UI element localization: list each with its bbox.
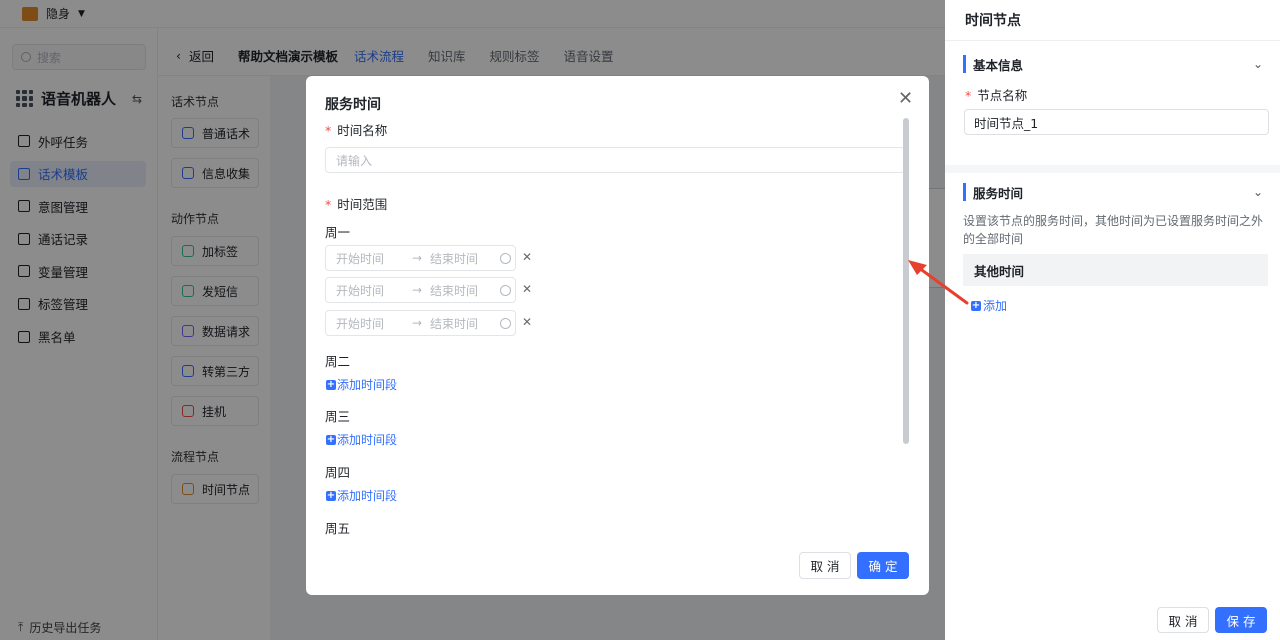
divider — [945, 40, 1280, 41]
arrow-right-icon: → — [411, 316, 423, 330]
node-name-input[interactable]: 时间节点_1 — [964, 109, 1269, 135]
label-text: 节点名称 — [977, 88, 1028, 103]
remove-slot-icon[interactable]: ✕ — [522, 250, 532, 264]
add-service-time-button[interactable]: + 添加 — [971, 297, 1007, 314]
end-time-input[interactable]: 结束时间 — [430, 315, 500, 332]
chevron-down-icon[interactable]: ⌄ — [1253, 185, 1263, 199]
time-name-label: * 时间名称 — [325, 120, 387, 139]
label-text: 时间范围 — [337, 197, 388, 212]
clock-icon — [500, 252, 511, 264]
arrow-right-icon: → — [411, 251, 423, 265]
start-time-input[interactable]: 开始时间 — [336, 250, 408, 267]
plus-square-icon: + — [971, 299, 981, 311]
add-label: 添加 — [983, 299, 1008, 313]
add-time-slot-button[interactable]: + 添加时间段 — [326, 487, 397, 504]
section-title: 基本信息 — [973, 57, 1024, 73]
required-mark: * — [325, 197, 332, 212]
end-time-input[interactable]: 结束时间 — [430, 282, 500, 299]
start-time-input[interactable]: 开始时间 — [336, 282, 408, 299]
day-label-thu: 周四 — [325, 465, 351, 480]
modal-title: 服务时间 — [325, 97, 381, 113]
arrow-right-icon: → — [411, 283, 423, 297]
add-time-slot-button[interactable]: + 添加时间段 — [326, 376, 397, 393]
drawer-save-button[interactable]: 保 存 — [1215, 607, 1267, 633]
plus-square-icon: + — [326, 433, 336, 445]
day-label-wed: 周三 — [325, 409, 351, 424]
basic-info-section-header[interactable]: 基本信息 ⌄ — [963, 55, 1263, 73]
section-separator — [945, 165, 1280, 173]
start-time-input[interactable]: 开始时间 — [336, 315, 408, 332]
add-slot-label: 添加时间段 — [337, 433, 398, 447]
service-time-section-header[interactable]: 服务时间 ⌄ — [963, 183, 1263, 201]
remove-slot-icon[interactable]: ✕ — [522, 282, 532, 296]
required-mark: * — [965, 88, 972, 103]
node-settings-drawer: 时间节点 基本信息 ⌄ * 节点名称 时间节点_1 服务时间 ⌄ 设置该节点的服务… — [945, 0, 1280, 640]
plus-square-icon: + — [326, 378, 336, 390]
annotation-arrow-icon — [908, 260, 969, 305]
time-range-picker[interactable]: 开始时间 → 结束时间 — [325, 310, 516, 336]
node-name-label: * 节点名称 — [965, 85, 1027, 104]
time-range-picker[interactable]: 开始时间 → 结束时间 — [325, 245, 516, 271]
drawer-cancel-button[interactable]: 取 消 — [1157, 607, 1209, 633]
end-time-input[interactable]: 结束时间 — [430, 250, 500, 267]
section-title: 服务时间 — [973, 185, 1024, 201]
clock-icon — [500, 317, 511, 329]
clock-icon — [500, 284, 511, 296]
add-slot-label: 添加时间段 — [337, 378, 398, 392]
remove-slot-icon[interactable]: ✕ — [522, 315, 532, 329]
time-range-picker[interactable]: 开始时间 → 结束时间 — [325, 277, 516, 303]
other-time-row[interactable]: 其他时间 — [963, 254, 1268, 286]
day-label-tue: 周二 — [325, 354, 351, 369]
label-text: 时间名称 — [337, 123, 388, 138]
plus-square-icon: + — [326, 489, 336, 501]
service-time-modal: 服务时间 ✕ * 时间名称 请输入 * 时间范围 周一 开始时间 → 结束时间 ✕ … — [306, 76, 929, 595]
required-mark: * — [325, 123, 332, 138]
close-icon[interactable]: ✕ — [898, 90, 913, 108]
add-time-slot-button[interactable]: + 添加时间段 — [326, 431, 397, 448]
day-label-fri: 周五 — [325, 521, 351, 536]
chevron-down-icon[interactable]: ⌄ — [1253, 57, 1263, 71]
service-time-description: 设置该节点的服务时间，其他时间为已设置服务时间之外的全部时间 — [963, 214, 1264, 246]
time-range-label: * 时间范围 — [325, 194, 387, 213]
add-slot-label: 添加时间段 — [337, 489, 398, 503]
drawer-footer: 取 消 保 存 — [945, 600, 1280, 640]
day-label-mon: 周一 — [325, 225, 351, 240]
modal-confirm-button[interactable]: 确 定 — [857, 552, 909, 579]
time-name-input[interactable]: 请输入 — [325, 147, 905, 173]
drawer-title: 时间节点 — [965, 13, 1021, 29]
modal-cancel-button[interactable]: 取 消 — [799, 552, 851, 579]
